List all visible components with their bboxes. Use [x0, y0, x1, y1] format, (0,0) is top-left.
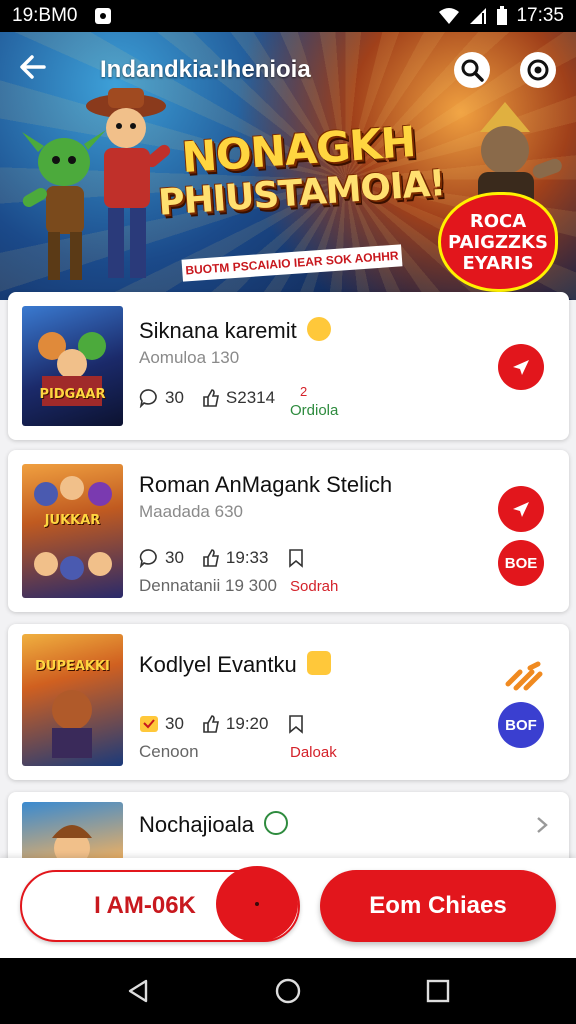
comment-icon: [139, 389, 157, 408]
emoji-icon: [306, 651, 331, 676]
status-bar: 19:BM0 17:35: [0, 0, 576, 32]
comment-stat: 30: [139, 714, 184, 734]
item-badge-button[interactable]: BOF: [498, 702, 544, 748]
item-stats: 30 19:20: [139, 714, 304, 734]
item-subtitle: Maadada 630: [139, 502, 243, 521]
thumbs-up-icon: [203, 549, 219, 567]
back-button[interactable]: [18, 52, 50, 84]
settings-button[interactable]: [520, 52, 556, 88]
bookmark-icon[interactable]: [288, 548, 304, 568]
list-item[interactable]: DUPEAKKI Kodlyel Evantku 30 19:20 Cenoon…: [8, 624, 569, 780]
back-nav-icon[interactable]: [126, 978, 152, 1004]
item-thumbnail: PIDGAAR: [22, 306, 123, 426]
promo-line1: ROCA: [469, 210, 527, 232]
comment-count: 30: [165, 388, 184, 407]
arrow-left-icon: [20, 55, 46, 79]
fire-icon: [505, 661, 543, 691]
comment-count: 30: [165, 714, 184, 733]
thumbs-up-icon: [203, 715, 219, 733]
hero-banner[interactable]: NONAGKH PHIUSTAMOIA! BUOTM PSCAIAIO IEAR…: [0, 32, 576, 300]
item-thumbnail: JUKKAR: [22, 464, 123, 598]
battery-icon: [497, 6, 508, 25]
item-thumbnail: DUPEAKKI: [22, 634, 123, 766]
like-count: 19:33: [225, 548, 269, 567]
thumbnail-art: [34, 476, 112, 580]
item-subtitle: Cenoon: [139, 742, 199, 761]
comment-stat: 30: [139, 548, 184, 568]
like-stat: 19:20: [202, 714, 269, 734]
target-icon: [527, 59, 549, 81]
primary-action-button[interactable]: Eom Chiaes: [320, 870, 556, 942]
thumbnail-art: [38, 332, 106, 406]
item-stats: 30 19:33: [139, 548, 304, 568]
play-button[interactable]: [498, 344, 544, 390]
play-button[interactable]: [498, 486, 544, 532]
item-subtitle: Aomuloa 130: [139, 348, 240, 367]
bottom-action-bar: I AM-06K Eom Chiaes: [0, 858, 576, 958]
comment-stat: 30: [139, 388, 184, 408]
item-tag: Sodrah: [290, 578, 339, 595]
emoji-icon: [264, 811, 289, 836]
chevron-right-icon[interactable]: [536, 816, 548, 834]
item-title: Roman AnMagank Stelich: [139, 472, 393, 497]
list-item[interactable]: PIDGAAR Siknana karemit Aomuloa 130 30 S…: [8, 292, 569, 440]
item-extra: Dennatanii 19 300: [139, 576, 278, 595]
like-stat: 19:33: [202, 548, 269, 568]
floating-dot-button[interactable]: [216, 866, 298, 942]
home-nav-icon[interactable]: [275, 978, 301, 1004]
item-title: Kodlyel Evantku: [139, 651, 331, 678]
secondary-action-label: I AM-06K: [94, 892, 196, 919]
like-count: S2314: [225, 388, 276, 407]
comment-icon: [139, 549, 157, 568]
item-badge-button[interactable]: BOE: [498, 540, 544, 586]
item-tag: Ordiola: [290, 402, 339, 419]
item-title-text: Siknana karemit: [139, 318, 297, 343]
star-emoji-icon: [306, 317, 331, 342]
bookmark-icon[interactable]: [288, 714, 304, 734]
promo-badge[interactable]: ROCA PAIGZZKS EYARIS: [438, 192, 558, 292]
system-nav-bar: [0, 958, 576, 1024]
status-time-right: 17:35: [516, 5, 564, 26]
thumbs-up-icon: [203, 389, 219, 407]
notification-icon: [95, 8, 112, 24]
status-time-left: 19:BM0: [12, 5, 78, 26]
emoji-comment-icon: [140, 716, 158, 732]
app-screen: 19:BM0 17:35 NONAGKH PHIUSTAMOIA! BUOTM …: [0, 0, 576, 1024]
item-title: Siknana karemit: [139, 317, 331, 344]
item-tag: Daloak: [290, 744, 337, 761]
comment-count: 30: [165, 548, 184, 567]
thumbnail-art: [52, 690, 92, 758]
search-icon: [461, 59, 484, 82]
thumbnail-title: JUKKAR: [44, 513, 101, 528]
item-title-text: Nochajioala: [139, 812, 254, 837]
promo-line2: PAIGZZKS: [448, 231, 548, 253]
thumbnail-title: PIDGAAR: [39, 387, 106, 402]
signal-icon: [470, 8, 487, 24]
recents-nav-icon[interactable]: [425, 978, 451, 1004]
item-stats: 30 S2314: [139, 388, 275, 408]
thumbnail-title: DUPEAKKI: [35, 659, 110, 674]
promo-line3: EYARIS: [462, 252, 534, 274]
list-item[interactable]: JUKKAR Roman AnMagank Stelich Maadada 63…: [8, 450, 569, 612]
send-icon: [513, 360, 529, 375]
item-title: Nochajioala: [139, 811, 289, 838]
item-title-text: Kodlyel Evantku: [139, 652, 297, 677]
like-count: 19:20: [225, 714, 269, 733]
item-tag-count: 2: [300, 384, 308, 399]
send-icon: [513, 502, 529, 517]
header-title: Indandkia:lhenioia: [100, 56, 311, 83]
like-stat: S2314: [202, 388, 275, 408]
dot-icon: [255, 902, 259, 906]
search-button[interactable]: [454, 52, 490, 88]
wifi-icon: [439, 8, 460, 24]
